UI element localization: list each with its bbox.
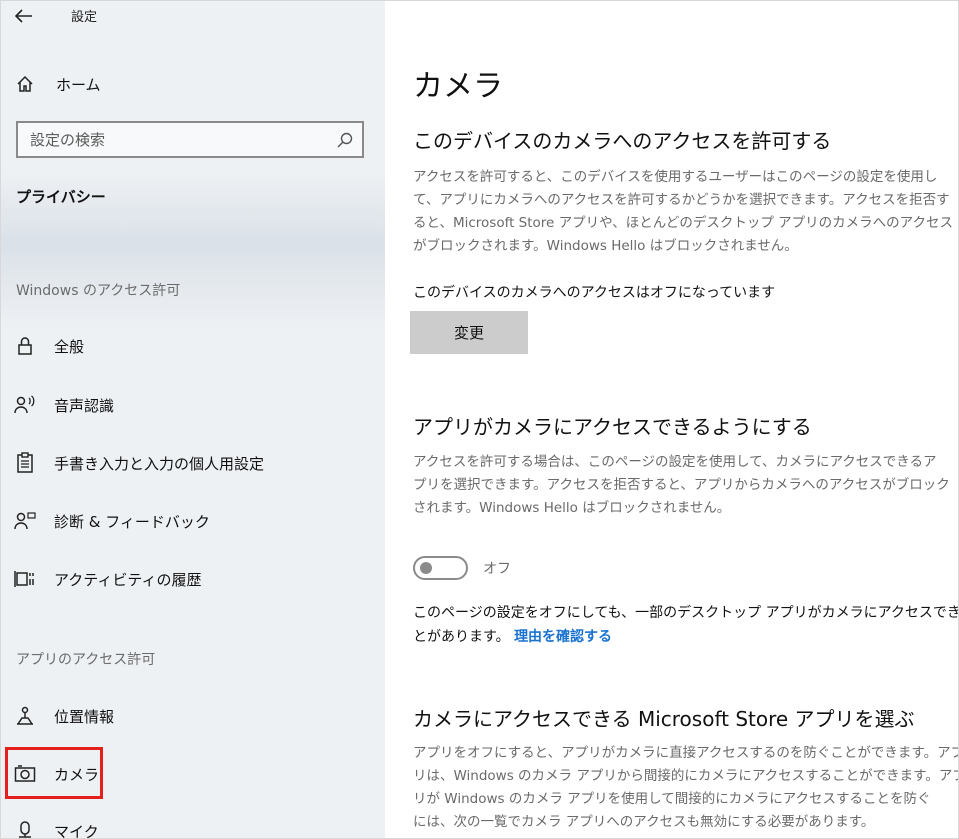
device-access-heading: このデバイスのカメラへのアクセスを許可する: [413, 129, 832, 153]
selection-highlight: [5, 747, 103, 799]
sidebar-item-label: 診断 & フィードバック: [54, 512, 210, 531]
page-title: カメラ: [413, 69, 503, 104]
app-access-heading: アプリがカメラにアクセスできるようにする: [413, 415, 812, 439]
home-icon: [17, 75, 33, 92]
sidebar-item-home[interactable]: ホーム: [16, 71, 101, 97]
description-line: プリを選択できます。アクセスを拒否すると、アプリからカメラへのアクセスがブロック: [413, 477, 950, 493]
description-line: リが Windows のカメラ アプリを使用して間接的にカメラにアクセスすること…: [413, 791, 931, 807]
sidebar-item-speech[interactable]: 音声認識: [13, 390, 114, 420]
note-line-2: とがあります。 理由を確認する: [413, 625, 958, 649]
device-access-status: このデバイスのカメラへのアクセスはオフになっています: [413, 285, 776, 301]
sidebar: 設定 ホーム プライバシー Windows のアクセス許可 全般: [1, 1, 385, 839]
clipboard-icon: [13, 451, 37, 475]
sidebar-item-location[interactable]: 位置情報: [13, 701, 114, 731]
window-title: 設定: [71, 10, 98, 25]
toggle-knob: [420, 562, 432, 574]
settings-window: 設定 ホーム プライバシー Windows のアクセス許可 全般: [0, 0, 959, 839]
sidebar-item-label: アクティビティの履歴: [54, 570, 202, 589]
description-line: がブロックされます。Windows Hello はブロックされません。: [413, 238, 798, 254]
description-line: には、次の一覧でカメラ アプリへのアクセスも無効にする必要があります。: [413, 814, 875, 830]
sidebar-item-label: 手書き入力と入力の個人用設定: [54, 454, 265, 473]
microphone-icon: [13, 819, 37, 838]
search-input[interactable]: [30, 129, 330, 151]
note-text: とがあります。: [413, 629, 510, 645]
device-access-description: アクセスを許可すると、このデバイスを使用するユーザーはこのページの設定を使用し …: [413, 166, 958, 258]
section-title-privacy: プライバシー: [16, 188, 106, 206]
learn-why-link[interactable]: 理由を確認する: [514, 629, 612, 645]
description-line: ると、Microsoft Store アプリや、ほとんどのデスクトップ アプリの…: [413, 215, 953, 231]
note-line: このページの設定をオフにしても、一部のデスクトップ アプリがカメラにアクセスでき…: [413, 605, 958, 621]
group-title-app-permissions: アプリのアクセス許可: [16, 652, 156, 668]
sidebar-item-label: 全般: [54, 337, 85, 356]
sidebar-item-diagnostics[interactable]: 診断 & フィードバック: [13, 506, 210, 536]
search-box[interactable]: [16, 121, 364, 158]
description-line: アプリをオフにすると、アプリがカメラに直接アクセスするのを防ぐことができます。ア…: [413, 745, 958, 761]
home-label: ホーム: [56, 75, 101, 94]
store-apps-description: アプリをオフにすると、アプリがカメラに直接アクセスするのを防ぐことができます。ア…: [413, 742, 958, 834]
sidebar-item-activity-history[interactable]: アクティビティの履歴: [13, 564, 201, 594]
speech-icon: [13, 393, 37, 417]
description-line: アクセスを許可すると、このデバイスを使用するユーザーはこのページの設定を使用し: [413, 169, 938, 185]
sidebar-item-inking-typing[interactable]: 手書き入力と入力の個人用設定: [13, 448, 264, 478]
lock-icon: [13, 334, 37, 358]
desktop-apps-note: このページの設定をオフにしても、一部のデスクトップ アプリがカメラにアクセスでき…: [413, 601, 958, 649]
feedback-person-icon: [13, 509, 37, 533]
description-line: リは、Windows のカメラ アプリから間接的にカメラにアクセスすることができ…: [413, 768, 958, 784]
search-icon: [337, 132, 353, 148]
timeline-icon: [13, 567, 37, 591]
store-apps-heading: カメラにアクセスできる Microsoft Store アプリを選ぶ: [413, 707, 915, 731]
description-line: されます。Windows Hello はブロックされません。: [413, 500, 731, 516]
sidebar-item-label: 位置情報: [54, 707, 115, 726]
sidebar-item-label: 音声認識: [54, 396, 115, 415]
toggle-state-label: オフ: [483, 561, 511, 577]
back-button[interactable]: [11, 3, 37, 29]
group-title-windows-permissions: Windows のアクセス許可: [16, 283, 181, 299]
back-arrow-icon: [15, 9, 32, 23]
app-access-description: アクセスを許可する場合は、このページの設定を使用して、カメラにアクセスできるア …: [413, 451, 958, 520]
app-access-toggle[interactable]: [413, 556, 468, 580]
sidebar-item-microphone[interactable]: マイク: [13, 816, 99, 839]
description-line: アクセスを許可する場合は、このページの設定を使用して、カメラにアクセスできるア: [413, 454, 937, 470]
sidebar-item-label: マイク: [54, 822, 99, 839]
change-button[interactable]: 変更: [410, 311, 528, 354]
location-person-icon: [13, 704, 37, 728]
description-line: て、アプリにカメラへのアクセスを許可するかどうかを選択できます。アクセスを拒否す: [413, 192, 950, 208]
sidebar-item-general[interactable]: 全般: [13, 331, 84, 361]
main-content: カメラ このデバイスのカメラへのアクセスを許可する アクセスを許可すると、このデ…: [385, 1, 958, 838]
